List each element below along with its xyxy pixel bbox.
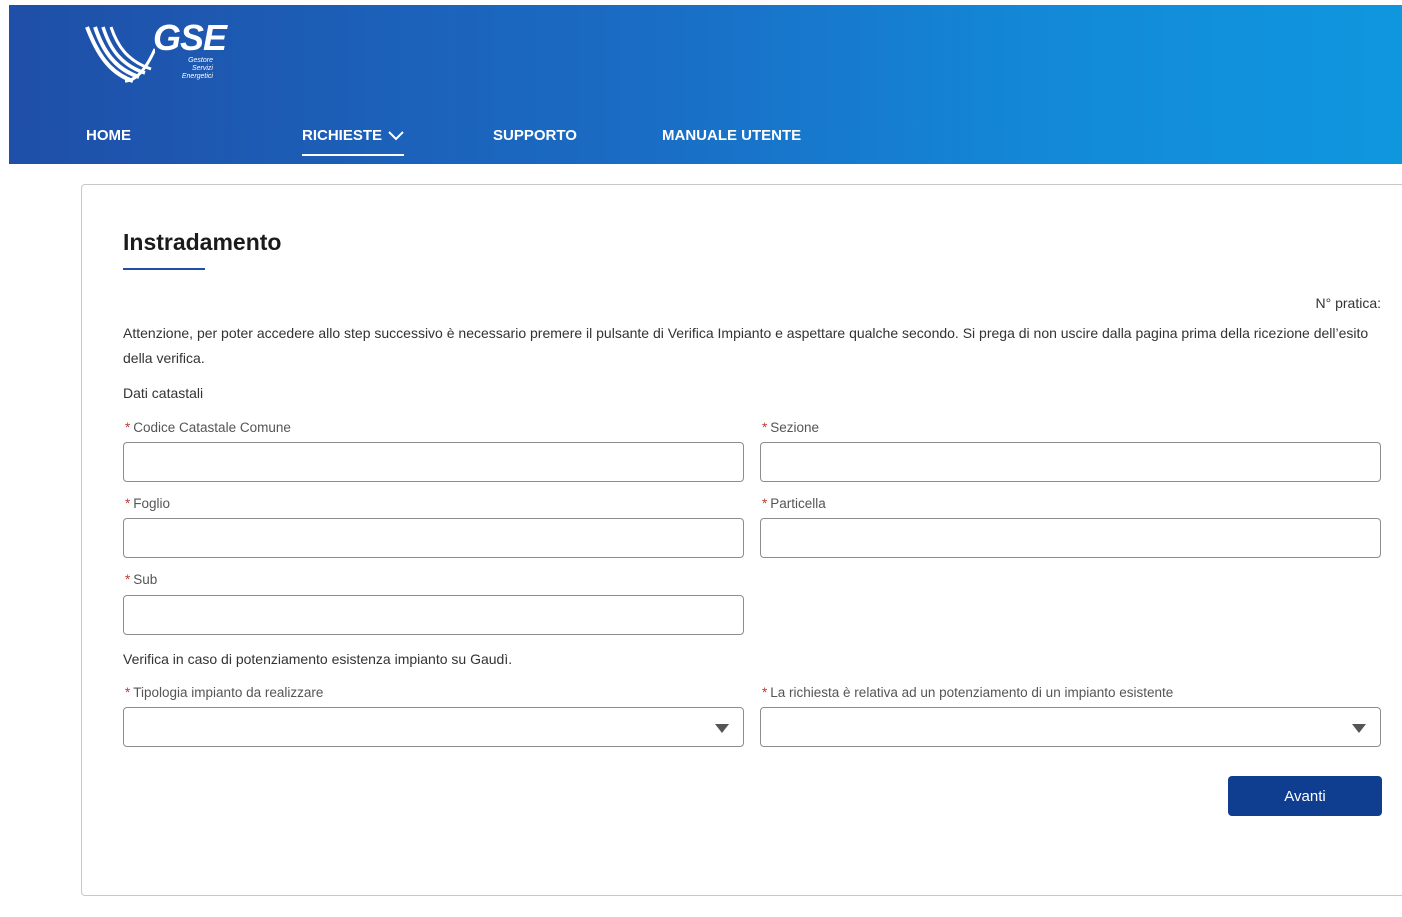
particella-label: * Particella <box>762 496 826 511</box>
notice-text: Attenzione, per poter accedere allo step… <box>123 325 1369 366</box>
caret-down-icon <box>715 724 729 733</box>
particella-input[interactable] <box>760 518 1381 558</box>
form-card: Instradamento N° pratica: Attenzione, pe… <box>81 184 1402 896</box>
codice-catastale-label: * Codice Catastale Comune <box>125 420 291 435</box>
logo-subtitle: Gestore Servizi Energetici <box>181 57 213 80</box>
sub-label: * Sub <box>125 572 158 587</box>
section-dati-catastali: Dati catastali <box>123 385 204 401</box>
section-verifica-gaudi: Verifica in caso di potenziamento esiste… <box>123 651 513 667</box>
tipologia-select[interactable] <box>123 707 744 747</box>
logo-text: GSE <box>153 17 227 58</box>
tipologia-label: * Tipologia impianto da realizzare <box>125 685 324 700</box>
pratica-number-label: N° pratica: <box>1315 295 1381 311</box>
sub-input[interactable] <box>123 595 744 635</box>
left-strip <box>0 0 9 917</box>
nav-supporto[interactable]: SUPPORTO <box>493 127 577 144</box>
nav-richieste-label: RICHIESTE <box>302 127 383 144</box>
sezione-input[interactable] <box>760 442 1381 482</box>
caret-down-icon <box>1352 724 1366 733</box>
page-title: Instradamento <box>123 229 282 255</box>
potenziamento-label: * La richiesta è relativa ad un potenziam… <box>762 685 1174 700</box>
title-underline <box>123 268 205 270</box>
nav-manuale-utente[interactable]: MANUALE UTENTE <box>662 127 801 144</box>
chevron-down-icon <box>388 131 404 141</box>
sezione-label: * Sezione <box>762 420 820 435</box>
nav-richieste[interactable]: RICHIESTE <box>302 127 405 156</box>
gse-logo[interactable]: GSE Gestore Servizi Energetici <box>85 17 235 93</box>
nav-home[interactable]: HOME <box>86 127 131 144</box>
potenziamento-select[interactable] <box>760 707 1381 747</box>
site-header: GSE Gestore Servizi Energetici HOME RICH… <box>9 5 1402 164</box>
foglio-input[interactable] <box>123 518 744 558</box>
avanti-button[interactable]: Avanti <box>1228 776 1382 816</box>
codice-catastale-input[interactable] <box>123 442 744 482</box>
gse-logo-swoosh-icon <box>85 26 155 83</box>
foglio-label: * Foglio <box>125 496 171 511</box>
